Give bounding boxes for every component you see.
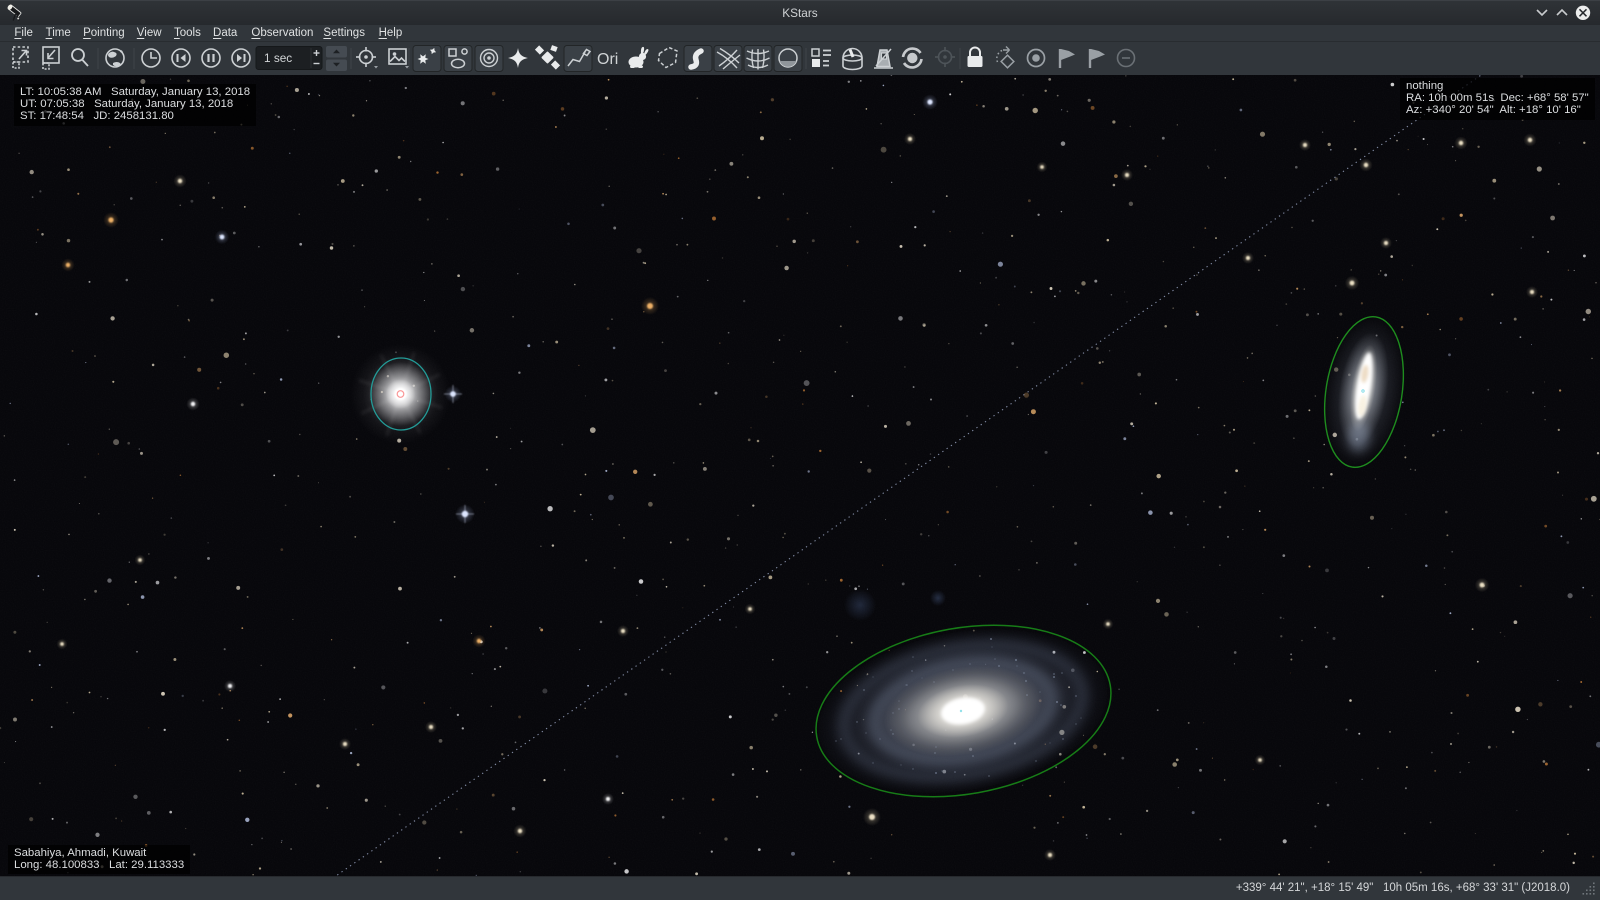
svg-text:1 sec: 1 sec bbox=[264, 51, 292, 65]
svg-text:Ori: Ori bbox=[597, 51, 618, 68]
